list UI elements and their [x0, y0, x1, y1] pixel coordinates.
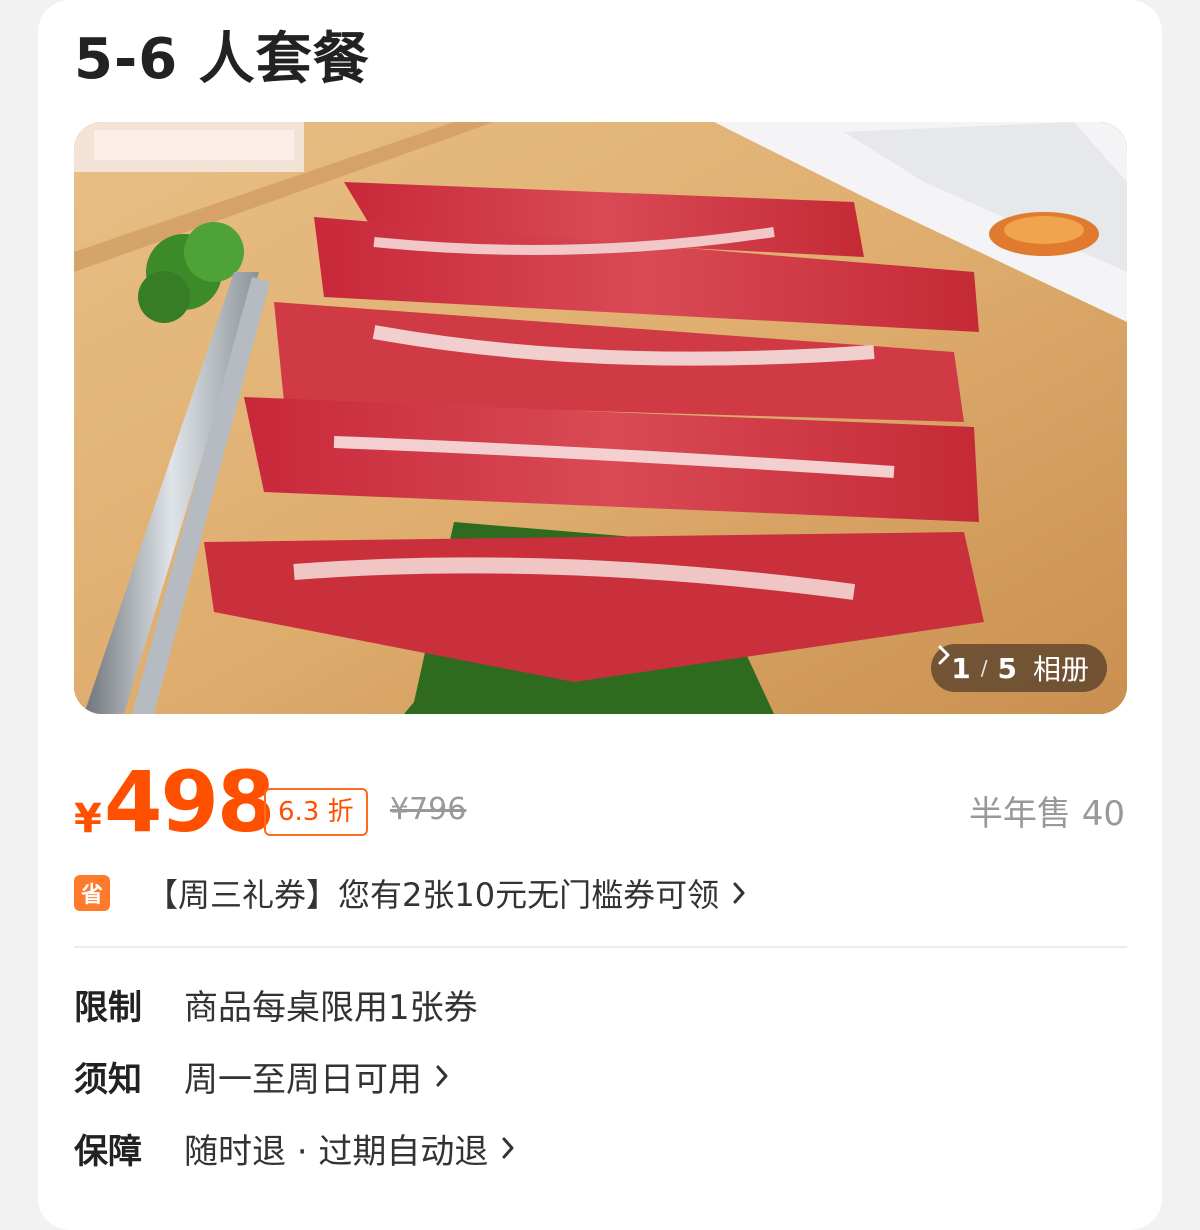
limit-row: 限制 商品每桌限用1张券: [74, 976, 1127, 1032]
original-price: ¥796: [390, 792, 467, 827]
limit-label: 限制: [74, 987, 142, 1028]
album-label: 相册: [1032, 653, 1089, 686]
chevron-right-icon: [502, 1137, 514, 1159]
notice-value: 周一至周日可用: [184, 1059, 422, 1100]
divider: [74, 946, 1127, 948]
sale-price: 498: [104, 753, 275, 851]
sold-count: 半年售 40: [968, 794, 1125, 834]
guarantee-label: 保障: [74, 1131, 142, 1172]
album-total: 5: [997, 651, 1017, 685]
product-photo[interactable]: 1 / 5 相册: [74, 122, 1127, 714]
chevron-right-icon: [938, 645, 950, 665]
save-icon: 省: [74, 875, 110, 911]
coupon-text: 【周三礼券】您有2张10元无门槛券可领: [146, 876, 720, 914]
discount-badge: 6.3 折: [264, 788, 368, 836]
price-row: ¥ 498 6.3 折 ¥796 半年售 40: [74, 752, 1127, 852]
currency-symbol: ¥: [74, 796, 102, 842]
guarantee-row[interactable]: 保障 随时退 · 过期自动退: [74, 1120, 1127, 1176]
chevron-right-icon: [436, 1065, 448, 1087]
notice-row[interactable]: 须知 周一至周日可用: [74, 1048, 1127, 1104]
album-separator: /: [980, 656, 988, 680]
coupon-row[interactable]: 省 【周三礼券】您有2张10元无门槛券可领: [74, 866, 1127, 920]
limit-value: 商品每桌限用1张券: [184, 987, 478, 1028]
album-current: 1: [951, 651, 971, 685]
chevron-right-icon: [733, 882, 745, 904]
product-title: 5-6 人套餐: [74, 27, 370, 92]
beef-platter-image: [74, 122, 1127, 714]
guarantee-value: 随时退 · 过期自动退: [184, 1131, 489, 1172]
notice-label: 须知: [74, 1059, 142, 1100]
album-badge[interactable]: 1 / 5 相册: [931, 644, 1107, 692]
